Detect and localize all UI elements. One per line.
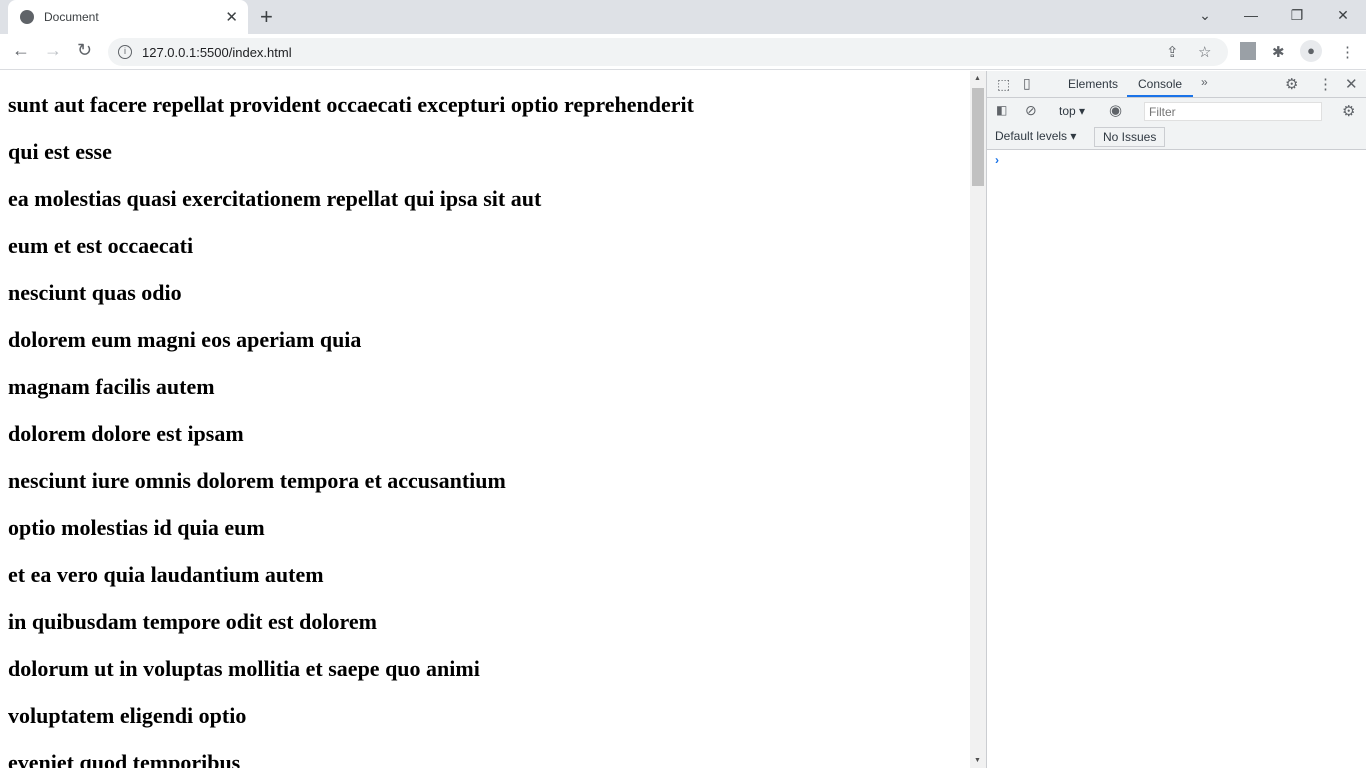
devtools-panel: ⬚ ▯ Elements Console » ⚙ ⋮ ✕ ◧ ⊘ top ▾ ◉… — [986, 71, 1366, 768]
page-content: sunt aut facere repellat provident occae… — [0, 71, 970, 768]
forward-icon[interactable]: → — [44, 40, 62, 61]
eye-icon[interactable]: ◉ — [1109, 101, 1122, 119]
devtools-tabbar: ⬚ ▯ Elements Console » ⚙ ⋮ ✕ — [987, 71, 1366, 98]
minimize-button[interactable]: — — [1228, 0, 1274, 30]
post-title: voluptatem eligendi optio — [8, 703, 247, 728]
post-title: ea molestias quasi exercitationem repell… — [8, 186, 542, 211]
tab-elements[interactable]: Elements — [1068, 77, 1118, 91]
context-value: top — [1059, 104, 1076, 118]
post-title: eveniet quod temporibus — [8, 750, 241, 768]
close-window-button[interactable]: ✕ — [1320, 0, 1366, 30]
tab-title: Document — [44, 10, 99, 24]
post-title: optio molestias id quia eum — [8, 515, 265, 540]
post-title: et ea vero quia laudantium autem — [8, 562, 324, 587]
console-prompt-icon[interactable]: › — [995, 153, 999, 167]
close-tab-icon[interactable]: ✕ — [225, 8, 238, 26]
browser-toolbar: ← → ↻ i 127.0.0.1:5500/index.html ⇪ ☆ ✱ … — [0, 34, 1366, 70]
extensions-icon[interactable]: ✱ — [1272, 43, 1285, 61]
avatar[interactable]: ● — [1300, 40, 1322, 62]
filter-input[interactable] — [1144, 102, 1322, 121]
post-title: dolorem eum magni eos aperiam quia — [8, 327, 362, 352]
scroll-down-icon[interactable]: ▼ — [974, 757, 981, 764]
close-devtools-icon[interactable]: ✕ — [1345, 75, 1358, 93]
post-title: eum et est occaecati — [8, 233, 194, 258]
menu-icon[interactable]: ⋮ — [1340, 43, 1355, 61]
post-title: nesciunt quas odio — [8, 280, 182, 305]
globe-icon — [20, 10, 34, 24]
post-title: sunt aut facere repellat provident occae… — [8, 92, 694, 117]
tab-strip: Document ✕ + ⌄ — ❐ ✕ — [0, 0, 1366, 34]
more-options-icon[interactable]: ⋮ — [1318, 75, 1333, 93]
scroll-thumb[interactable] — [972, 88, 984, 186]
levels-select[interactable]: Default levels ▾ — [995, 129, 1076, 143]
restore-button[interactable]: ❐ — [1274, 0, 1320, 30]
inspect-icon[interactable]: ⬚ — [997, 76, 1010, 93]
back-icon[interactable]: ← — [12, 40, 30, 61]
post-title: in quibusdam tempore odit est dolorem — [8, 609, 377, 634]
info-icon[interactable]: i — [118, 45, 132, 59]
active-tab-indicator — [1127, 95, 1193, 97]
address-bar[interactable]: i 127.0.0.1:5500/index.html ⇪ ☆ — [108, 38, 1228, 66]
context-select[interactable]: top ▾ — [1059, 104, 1085, 118]
post-title: qui est esse — [8, 139, 112, 164]
console-settings-icon[interactable]: ⚙ — [1342, 102, 1355, 120]
tab-search-icon[interactable]: ⌄ — [1182, 0, 1228, 30]
tab-console[interactable]: Console — [1138, 77, 1182, 91]
page-scrollbar[interactable]: ▲ ▼ — [970, 71, 986, 768]
star-icon[interactable]: ☆ — [1198, 43, 1211, 61]
issues-button[interactable]: No Issues — [1094, 127, 1166, 147]
levels-value: Default levels — [995, 129, 1068, 143]
profile-extension-icon[interactable] — [1240, 42, 1256, 60]
url-text: 127.0.0.1:5500/index.html — [142, 44, 292, 60]
post-title: nesciunt iure omnis dolorem tempora et a… — [8, 468, 506, 493]
scroll-up-icon[interactable]: ▲ — [974, 75, 981, 82]
new-tab-button[interactable]: + — [260, 4, 273, 30]
settings-icon[interactable]: ⚙ — [1285, 75, 1298, 93]
more-tabs-icon[interactable]: » — [1201, 75, 1208, 89]
reload-icon[interactable]: ↻ — [77, 40, 92, 61]
sidebar-toggle-icon[interactable]: ◧ — [996, 103, 1007, 117]
post-title: magnam facilis autem — [8, 374, 215, 399]
clear-console-icon[interactable]: ⊘ — [1025, 102, 1037, 119]
post-title: dolorum ut in voluptas mollitia et saepe… — [8, 656, 480, 681]
post-title: dolorem dolore est ipsam — [8, 421, 244, 446]
tab-document[interactable]: Document ✕ — [8, 0, 248, 34]
console-levels-bar: Default levels ▾ No Issues — [987, 124, 1366, 150]
device-toolbar-icon[interactable]: ▯ — [1023, 75, 1031, 92]
share-icon[interactable]: ⇪ — [1166, 43, 1179, 61]
console-toolbar: ◧ ⊘ top ▾ ◉ ⚙ — [987, 98, 1366, 124]
